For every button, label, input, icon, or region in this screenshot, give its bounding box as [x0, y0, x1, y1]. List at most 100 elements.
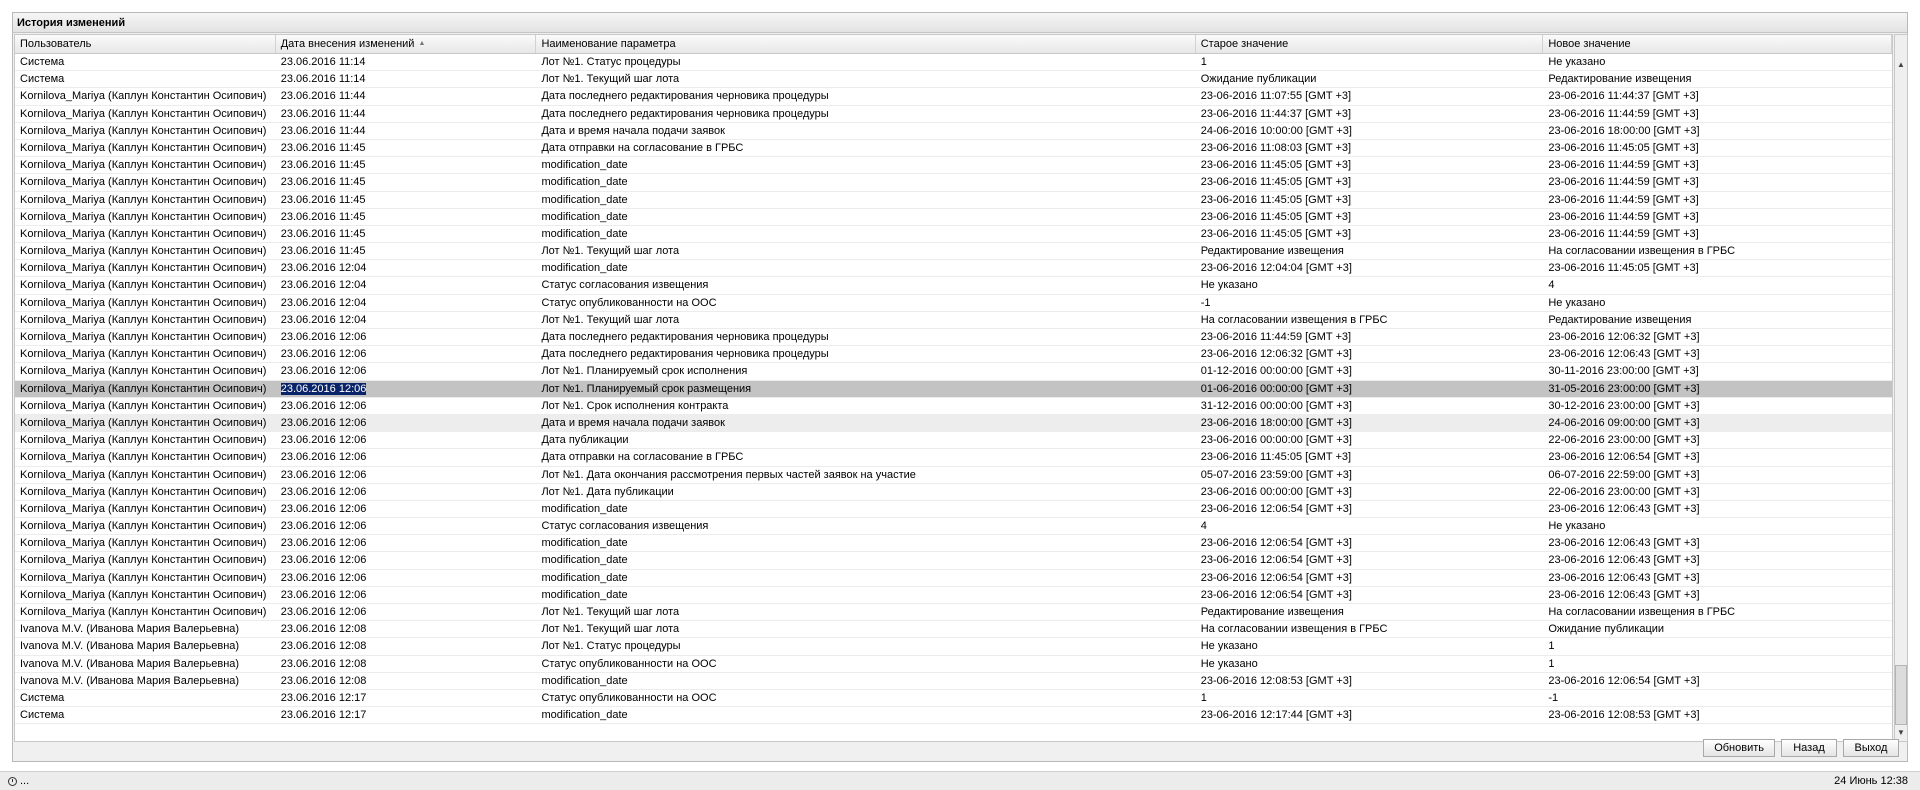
cell-new-value: 1 — [1543, 638, 1892, 654]
cell-text: 23-06-2016 11:07:55 [GMT +3] — [1200, 90, 1352, 103]
cell-text: 23-06-2016 12:06:32 [GMT +3] — [1200, 348, 1352, 361]
table-row[interactable]: Kornilova_Mariya (Каплун Константин Осип… — [15, 552, 1892, 570]
table-row[interactable]: Kornilova_Mariya (Каплун Константин Осип… — [15, 432, 1892, 450]
cell-text: 23-06-2016 11:44:37 [GMT +3] — [1200, 107, 1352, 120]
table-row[interactable]: Kornilova_Mariya (Каплун Константин Осип… — [15, 586, 1892, 604]
table-row[interactable]: Система 23.06.2016 11:14 Лот №1. Статус пр… — [15, 54, 1892, 72]
cell-old-value: 23-06-2016 00:00:00 [GMT +3] — [1196, 484, 1544, 500]
table-row[interactable]: Kornilova_Mariya (Каплун Константин Осип… — [15, 122, 1892, 140]
cell-date: 23.06.2016 12:06 — [276, 381, 537, 397]
table-row[interactable]: Система 23.06.2016 12:17 Статус опубликова… — [15, 689, 1892, 708]
table-row[interactable]: Ivanova M.V. (Иванова Мария Валерьевна) 2… — [15, 672, 1892, 690]
cell-user: Kornilova_Mariya (Каплун Константин Осип… — [15, 535, 276, 551]
cell-text: Не указано — [1200, 657, 1258, 670]
table-row[interactable]: Kornilova_Mariya (Каплун Константин Осип… — [15, 380, 1892, 398]
column-header-date[interactable]: Дата внесения изменений ▲ — [276, 35, 537, 53]
table-row[interactable]: Kornilova_Mariya (Каплун Константин Осип… — [15, 208, 1892, 226]
cell-text: 23.06.2016 12:06 — [280, 382, 367, 395]
cell-text: Kornilova_Mariya (Каплун Константин Осип… — [20, 245, 267, 258]
cell-old-value: 01-06-2016 00:00:00 [GMT +3] — [1196, 381, 1544, 397]
table-row[interactable]: Kornilova_Mariya (Каплун Константин Осип… — [15, 225, 1892, 244]
cell-text: Не указано — [1200, 279, 1258, 292]
table-row[interactable]: Kornilova_Mariya (Каплун Константин Осип… — [15, 243, 1892, 261]
table-row[interactable]: Kornilova_Mariya (Каплун Константин Осип… — [15, 483, 1892, 501]
table-row[interactable]: Kornilova_Mariya (Каплун Константин Осип… — [15, 466, 1892, 484]
column-header-user[interactable]: Пользователь — [15, 35, 276, 53]
cell-old-value: 23-06-2016 11:07:55 [GMT +3] — [1196, 88, 1544, 104]
table-row[interactable]: Kornilova_Mariya (Каплун Константин Осип… — [15, 88, 1892, 106]
back-button[interactable]: Назад — [1781, 739, 1837, 757]
table-row[interactable]: Kornilova_Mariya (Каплун Константин Осип… — [15, 260, 1892, 278]
cell-text: Ivanova M.V. (Иванова Мария Валерьевна) — [20, 657, 240, 670]
cell-new-value: Ожидание публикации — [1543, 621, 1892, 637]
cell-text: Kornilova_Mariya (Каплун Константин Осип… — [20, 399, 267, 412]
column-header-parameter[interactable]: Наименование параметра — [536, 35, 1196, 53]
table-row[interactable]: Kornilova_Mariya (Каплун Константин Осип… — [15, 191, 1892, 209]
table-row[interactable]: Kornilova_Mariya (Каплун Константин Осип… — [15, 569, 1892, 587]
cell-text: 23-06-2016 12:06:54 [GMT +3] — [1548, 674, 1700, 687]
arrow-up-icon[interactable]: ▲ — [1895, 59, 1907, 71]
column-header-old-value[interactable]: Старое значение — [1196, 35, 1544, 53]
table-row[interactable]: Kornilova_Mariya (Каплун Константин Осип… — [15, 277, 1892, 295]
cell-text: 23.06.2016 12:06 — [280, 485, 367, 498]
cell-text: Лот №1. Срок исполнения контракта — [541, 399, 729, 412]
table-row[interactable]: Kornilova_Mariya (Каплун Константин Осип… — [15, 329, 1892, 347]
table-row[interactable]: Ivanova M.V. (Иванова Мария Валерьевна) 2… — [15, 655, 1892, 673]
cell-text: Kornilova_Mariya (Каплун Константин Осип… — [20, 434, 267, 447]
cell-new-value: 06-07-2016 22:59:00 [GMT +3] — [1543, 467, 1892, 483]
refresh-button[interactable]: Обновить — [1703, 739, 1775, 757]
table-row[interactable]: Kornilova_Mariya (Каплун Константин Осип… — [15, 518, 1892, 536]
table-row[interactable]: Kornilova_Mariya (Каплун Константин Осип… — [15, 604, 1892, 622]
table-row[interactable]: Kornilova_Mariya (Каплун Константин Осип… — [15, 105, 1892, 123]
table-row[interactable]: Kornilova_Mariya (Каплун Константин Осип… — [15, 449, 1892, 467]
table-row[interactable]: Kornilova_Mariya (Каплун Константин Осип… — [15, 535, 1892, 553]
table-row[interactable]: Kornilova_Mariya (Каплун Константин Осип… — [15, 363, 1892, 381]
vertical-scrollbar[interactable]: ▲ ▼ — [1894, 34, 1908, 742]
cell-old-value: 23-06-2016 11:45:05 [GMT +3] — [1196, 226, 1544, 242]
column-header-new-value[interactable]: Новое значение — [1543, 35, 1892, 53]
cell-parameter: Дата последнего редактирования черновика… — [536, 106, 1195, 122]
cell-text: Статус опубликованности на ООС — [541, 691, 717, 704]
cell-date: 23.06.2016 12:06 — [276, 467, 537, 483]
table-row[interactable]: Ivanova M.V. (Иванова Мария Валерьевна) 2… — [15, 638, 1892, 656]
cell-parameter: Лот №1. Дата публикации — [536, 484, 1195, 500]
arrow-down-icon[interactable]: ▼ — [1895, 727, 1907, 739]
table-row[interactable]: Kornilova_Mariya (Каплун Константин Осип… — [15, 174, 1892, 192]
cell-text: 1 — [1200, 56, 1207, 68]
scrollbar-thumb[interactable] — [1895, 665, 1907, 725]
cell-text: 23-06-2016 12:06:54 [GMT +3] — [1548, 451, 1700, 464]
cell-old-value: Не указано — [1196, 638, 1544, 654]
cell-parameter: Статус согласования извещения — [536, 518, 1195, 534]
table-row[interactable]: Kornilova_Mariya (Каплун Константин Осип… — [15, 311, 1892, 329]
cell-text: Не указано — [1548, 296, 1606, 309]
cell-text: 23.06.2016 12:08 — [280, 674, 367, 687]
cell-date: 23.06.2016 11:44 — [276, 88, 537, 104]
table-row[interactable]: Ivanova M.V. (Иванова Мария Валерьевна) 2… — [15, 621, 1892, 639]
exit-button[interactable]: Выход — [1843, 739, 1899, 757]
table-row[interactable]: Система 23.06.2016 11:14 Лот №1. Текущий ш… — [15, 71, 1892, 89]
table-row[interactable]: Kornilova_Mariya (Каплун Константин Осип… — [15, 414, 1892, 433]
cell-old-value: 23-06-2016 11:44:59 [GMT +3] — [1196, 329, 1544, 345]
table-row[interactable]: Kornilova_Mariya (Каплун Константин Осип… — [15, 346, 1892, 364]
cell-text: 30-12-2016 23:00:00 [GMT +3] — [1548, 399, 1700, 412]
cell-text: 23-06-2016 12:04:04 [GMT +3] — [1200, 262, 1352, 275]
cell-text: Kornilova_Mariya (Каплун Константин Осип… — [20, 348, 267, 361]
cell-text: Дата последнего редактирования черновика… — [541, 331, 829, 343]
table-row[interactable]: Kornilova_Mariya (Каплун Константин Осип… — [15, 397, 1892, 415]
cell-text: Дата отправки на согласование в ГРБС — [541, 141, 744, 154]
cell-text: Дата отправки на согласование в ГРБС — [541, 451, 744, 464]
cell-text: Kornilova_Mariya (Каплун Константин Осип… — [20, 588, 267, 601]
cell-user: Kornilova_Mariya (Каплун Константин Осип… — [15, 192, 276, 208]
cell-user: Kornilova_Mariya (Каплун Константин Осип… — [15, 157, 276, 173]
table-row[interactable]: Kornilova_Mariya (Каплун Константин Осип… — [15, 500, 1892, 519]
table-row[interactable]: Система 23.06.2016 12:17 modification_date… — [15, 707, 1892, 725]
table-row[interactable]: Kornilova_Mariya (Каплун Константин Осип… — [15, 139, 1892, 158]
cell-parameter: Лот №1. Текущий шаг лота — [536, 312, 1195, 328]
table-row[interactable]: Kornilova_Mariya (Каплун Константин Осип… — [15, 157, 1892, 175]
cell-text: Ivanova M.V. (Иванова Мария Валерьевна) — [20, 674, 240, 687]
table-row[interactable]: Kornilova_Mariya (Каплун Константин Осип… — [15, 294, 1892, 312]
cell-parameter: Дата и время начала подачи заявок — [536, 415, 1195, 431]
cell-text: 23-06-2016 12:06:54 [GMT +3] — [1200, 537, 1352, 550]
cell-old-value: 23-06-2016 11:45:05 [GMT +3] — [1196, 174, 1544, 190]
cell-text: 23-06-2016 12:06:54 [GMT +3] — [1200, 554, 1352, 567]
